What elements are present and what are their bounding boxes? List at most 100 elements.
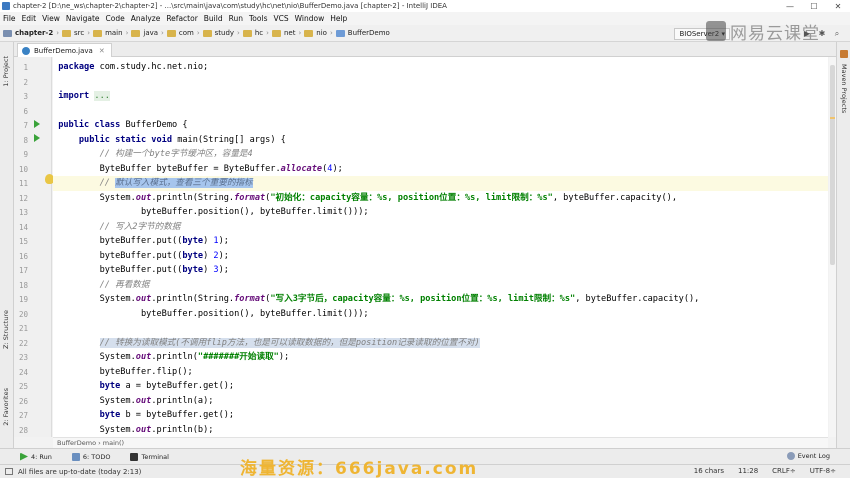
code-line-8[interactable]: public static void main(String[] args) { xyxy=(53,133,828,148)
event-log-button[interactable]: Event Log xyxy=(786,452,830,460)
line-number: 15 xyxy=(18,237,28,246)
code-line-19[interactable]: System.out.println(String.format("写入3字节后… xyxy=(53,292,828,307)
project-tool-tab[interactable]: 1: Project xyxy=(2,56,10,87)
code-editor[interactable]: package com.study.hc.net.nio; import ...… xyxy=(53,57,828,437)
breadcrumb-hc[interactable]: hc › xyxy=(242,29,269,37)
line-number: 19 xyxy=(18,295,28,304)
line-number: 6 xyxy=(23,106,28,116)
breadcrumb-main[interactable]: main › xyxy=(93,29,128,37)
code-line-1[interactable]: package com.study.hc.net.nio; xyxy=(53,60,828,75)
line-number: 1 xyxy=(23,63,28,72)
menu-view[interactable]: View xyxy=(42,14,60,23)
code-line-10[interactable]: ByteBuffer byteBuffer = ByteBuffer.alloc… xyxy=(53,162,828,177)
code-line-2[interactable] xyxy=(53,75,828,90)
maximize-button[interactable]: ☐ xyxy=(802,0,826,12)
window-title: chapter-2 [D:\ne_ws\chapter-2\chapter-2]… xyxy=(13,2,447,10)
line-number: 17 xyxy=(18,266,28,275)
scrollbar-thumb[interactable] xyxy=(830,65,835,265)
maven-projects-tab[interactable]: Maven Projects xyxy=(840,64,848,113)
code-line-22[interactable]: // 转换为读取模式(不调用flip方法，也是可以读取数据的，但是positio… xyxy=(53,336,828,351)
menu-code[interactable]: Code xyxy=(106,14,125,23)
run-class-icon[interactable] xyxy=(34,120,40,128)
code-line-13[interactable]: byteBuffer.position(), byteBuffer.limit(… xyxy=(53,205,828,220)
line-number: 28 xyxy=(18,425,28,435)
breadcrumb-src[interactable]: src › xyxy=(62,29,90,37)
run-tool-button[interactable]: 4: Run xyxy=(20,452,52,461)
run-icon xyxy=(20,452,28,461)
folder-icon xyxy=(271,29,281,37)
menu-refactor[interactable]: Refactor xyxy=(166,14,197,23)
window-controls: — ☐ ✕ xyxy=(778,0,850,12)
breadcrumb-com[interactable]: com › xyxy=(166,29,200,37)
code-line-28[interactable]: System.out.println(b); xyxy=(53,423,828,438)
line-number: 27 xyxy=(18,411,28,420)
menu-vcs[interactable]: VCS xyxy=(273,14,288,23)
breadcrumb-nio[interactable]: nio › xyxy=(304,29,333,37)
code-line-23[interactable]: System.out.println("#######开始读取"); xyxy=(53,350,828,365)
editor-gutter: 1 2 3 6 7 8 9 10 11 12 13 14 15 16 17 18 19 20 21 22 23 24 25 2… xyxy=(14,57,52,437)
error-stripe-mark xyxy=(830,117,835,119)
status-window-icon[interactable] xyxy=(5,468,13,475)
line-number: 8 xyxy=(23,135,28,145)
code-line-12[interactable]: System.out.println(String.format("初始化：ca… xyxy=(53,191,828,206)
code-line-18[interactable]: // 再看数据 xyxy=(53,278,828,293)
close-tab-icon[interactable]: ✕ xyxy=(99,47,105,55)
selected-chars: 16 chars xyxy=(693,467,724,475)
code-line-17[interactable]: byteBuffer.put((byte) 3); xyxy=(53,263,828,278)
editor-scrollbar[interactable] xyxy=(829,57,836,437)
terminal-icon xyxy=(130,452,139,461)
menu-build[interactable]: Build xyxy=(204,14,223,23)
todo-icon xyxy=(71,452,80,461)
search-icon[interactable]: ⌕ xyxy=(832,29,842,39)
code-line-9[interactable]: // 构建一个byte字节缓冲区，容量是4 xyxy=(53,147,828,162)
line-number: 21 xyxy=(18,324,28,333)
breadcrumb-net[interactable]: net › xyxy=(271,29,301,37)
code-line-11[interactable]: // 默认写入模式，查看三个重要的指标 xyxy=(53,176,828,191)
menu-window[interactable]: Window xyxy=(295,14,325,23)
code-line-27[interactable]: byte b = byteBuffer.get(); xyxy=(53,408,828,423)
code-line-20[interactable]: byteBuffer.position(), byteBuffer.limit(… xyxy=(53,307,828,322)
left-tool-strip: 1: Project Z: Structure 2: Favorites xyxy=(0,42,14,448)
run-main-icon[interactable] xyxy=(34,134,40,142)
terminal-tool-button[interactable]: Terminal xyxy=(130,452,169,461)
minimize-button[interactable]: — xyxy=(778,0,802,12)
code-line-24[interactable]: byteBuffer.flip(); xyxy=(53,365,828,380)
menu-analyze[interactable]: Analyze xyxy=(131,14,161,23)
code-line-15[interactable]: byteBuffer.put((byte) 1); xyxy=(53,234,828,249)
breadcrumb-study[interactable]: study › xyxy=(202,29,240,37)
line-number: 16 xyxy=(18,251,28,261)
menu-help[interactable]: Help xyxy=(330,14,347,23)
line-number: 2 xyxy=(23,77,28,87)
close-button[interactable]: ✕ xyxy=(826,0,850,12)
code-line-16[interactable]: byteBuffer.put((byte) 2); xyxy=(53,249,828,264)
code-line-3[interactable]: import ... xyxy=(53,89,828,104)
line-number: 26 xyxy=(18,396,28,406)
line-separator[interactable]: CRLF÷ xyxy=(772,467,796,475)
line-number: 13 xyxy=(18,208,28,217)
menu-edit[interactable]: Edit xyxy=(22,14,37,23)
structure-tool-tab[interactable]: Z: Structure xyxy=(2,310,10,349)
breadcrumb-bufferdemo[interactable]: BufferDemo xyxy=(335,29,390,37)
code-line-25[interactable]: byte a = byteBuffer.get(); xyxy=(53,379,828,394)
menu-run[interactable]: Run xyxy=(229,14,243,23)
code-line-6[interactable] xyxy=(53,104,828,119)
code-breadcrumb[interactable]: BufferDemo › main() xyxy=(53,437,828,448)
tab-bufferdemo-java[interactable]: BufferDemo.java ✕ xyxy=(17,43,112,57)
editor-tab-bar: BufferDemo.java ✕ xyxy=(14,42,836,57)
menu-tools[interactable]: Tools xyxy=(249,14,267,23)
caret-position[interactable]: 11:28 xyxy=(738,467,758,475)
file-encoding[interactable]: UTF-8÷ xyxy=(810,467,836,475)
menu-file[interactable]: File xyxy=(3,14,16,23)
line-number: 3 xyxy=(23,92,28,101)
breadcrumb-java[interactable]: java › xyxy=(131,29,164,37)
folder-icon xyxy=(131,29,141,37)
code-line-26[interactable]: System.out.println(a); xyxy=(53,394,828,409)
menu-navigate[interactable]: Navigate xyxy=(66,14,100,23)
favorites-tool-tab[interactable]: 2: Favorites xyxy=(2,388,10,426)
todo-tool-button[interactable]: 6: TODO xyxy=(71,452,110,461)
code-line-21[interactable] xyxy=(53,321,828,336)
code-line-14[interactable]: // 写入2字节的数据 xyxy=(53,220,828,235)
title-bar: chapter-2 [D:\ne_ws\chapter-2\chapter-2]… xyxy=(0,0,850,12)
breadcrumb-chapter-2[interactable]: chapter-2 › xyxy=(3,29,59,37)
code-line-7[interactable]: public class BufferDemo { xyxy=(53,118,828,133)
